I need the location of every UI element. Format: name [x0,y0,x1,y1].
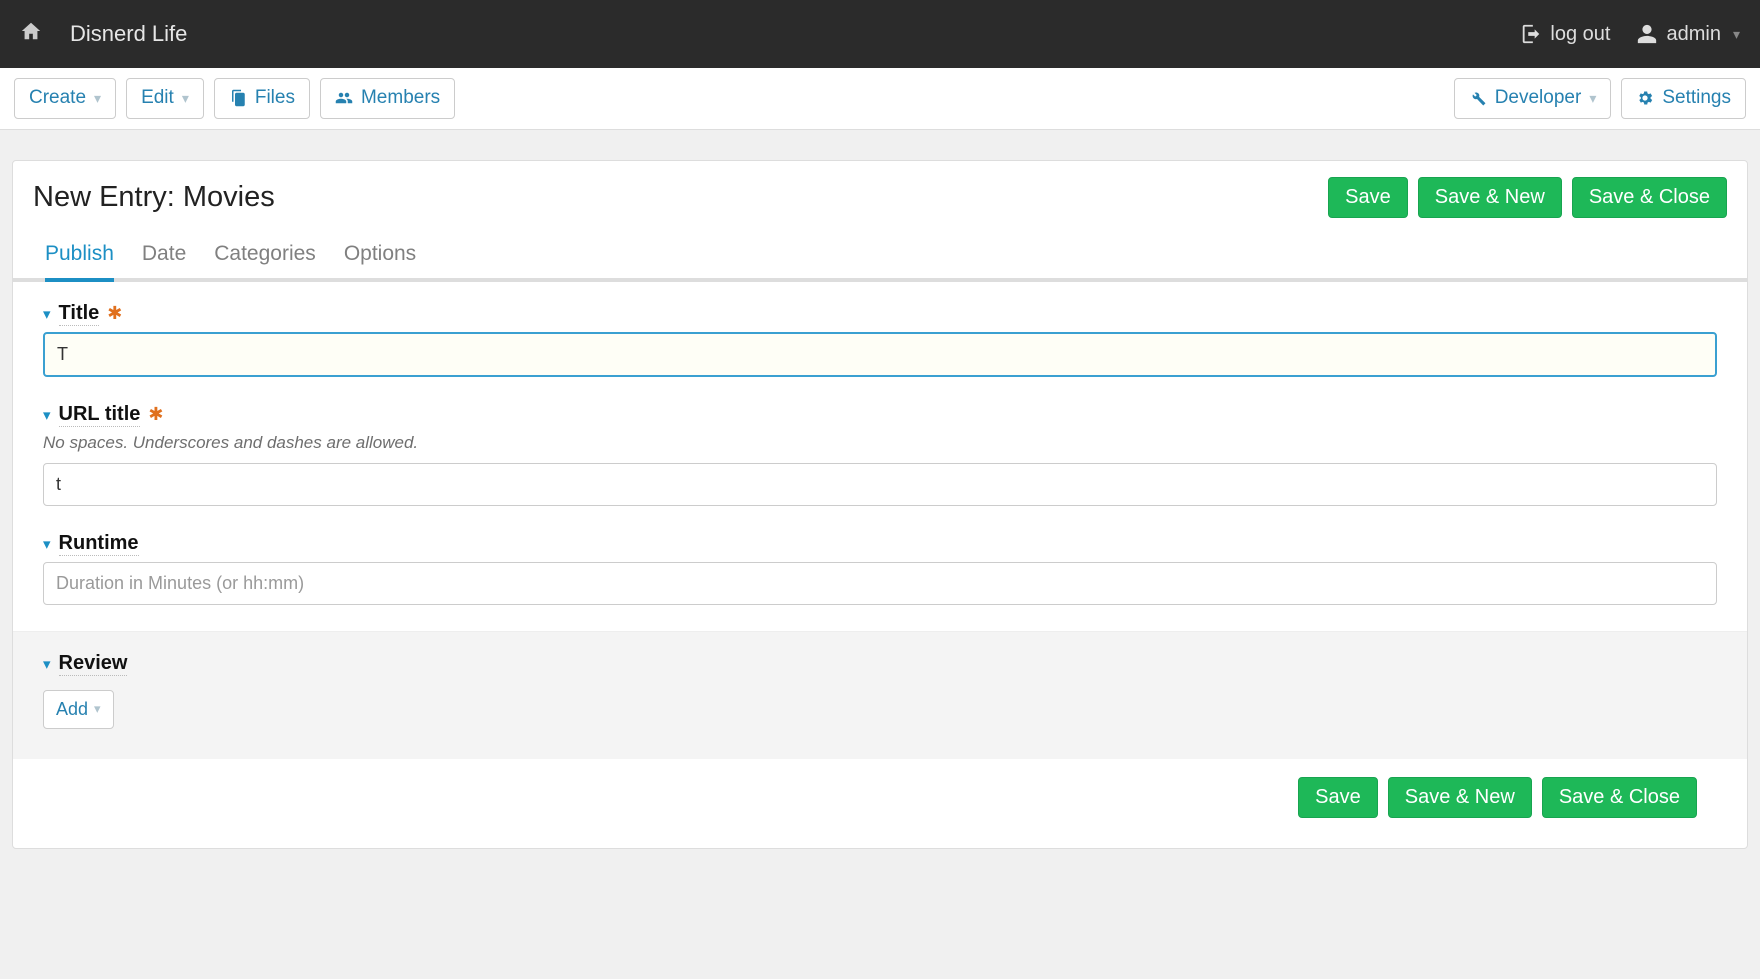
members-button[interactable]: Members [320,78,455,119]
members-label: Members [361,87,440,110]
field-url-title: ▾ URL title ✱ No spaces. Underscores and… [43,403,1717,506]
chevron-down-icon: ▾ [1589,90,1596,107]
chevron-down-icon: ▾ [1733,26,1740,43]
chevron-down-icon: ▾ [94,90,101,107]
user-label: admin [1666,23,1720,46]
field-review-head: ▾ Review [43,652,1717,676]
tab-categories[interactable]: Categories [214,242,316,278]
panel-head: New Entry: Movies Save Save & New Save &… [13,161,1747,218]
field-title: ▾ Title ✱ [43,302,1717,377]
save-close-button[interactable]: Save & Close [1572,177,1727,218]
toolbar-left: Create ▾ Edit ▾ Files Members [14,78,455,119]
site-name[interactable]: Disnerd Life [70,21,187,47]
tab-options[interactable]: Options [344,242,416,278]
files-label: Files [255,87,295,110]
chevron-down-icon[interactable]: ▾ [43,305,51,323]
url-title-label: URL title [59,403,141,427]
page: New Entry: Movies Save Save & New Save &… [0,160,1760,879]
required-icon: ✱ [107,303,122,324]
members-icon [335,89,353,107]
page-title: New Entry: Movies [33,181,275,214]
url-title-input[interactable] [43,463,1717,506]
topbar-left: Disnerd Life [20,20,187,48]
url-title-helper: No spaces. Underscores and dashes are al… [43,433,1717,453]
developer-button[interactable]: Developer ▾ [1454,78,1612,119]
title-label: Title [59,302,100,326]
save-new-button[interactable]: Save & New [1418,177,1562,218]
wrench-icon [1469,89,1487,107]
files-icon [229,89,247,107]
tab-publish[interactable]: Publish [45,242,114,278]
runtime-input[interactable] [43,562,1717,605]
toolbar-right: Developer ▾ Settings [1454,78,1746,119]
runtime-label: Runtime [59,532,139,556]
save-button[interactable]: Save [1328,177,1408,218]
chevron-down-icon[interactable]: ▾ [43,535,51,553]
field-url-title-head: ▾ URL title ✱ [43,403,1717,427]
add-review-button[interactable]: Add ▾ [43,690,114,729]
save-buttons-bottom: Save Save & New Save & Close [43,759,1717,818]
form: ▾ Title ✱ ▾ URL title ✱ No spaces. Under… [13,282,1747,848]
required-icon: ✱ [148,404,163,425]
chevron-down-icon: ▾ [182,90,189,107]
create-label: Create [29,87,86,110]
logout-icon [1520,23,1542,45]
tabs: Publish Date Categories Options [13,218,1747,282]
logout-link[interactable]: log out [1520,23,1610,46]
save-buttons-top: Save Save & New Save & Close [1328,177,1727,218]
save-button[interactable]: Save [1298,777,1378,818]
edit-button[interactable]: Edit ▾ [126,78,204,119]
field-title-head: ▾ Title ✱ [43,302,1717,326]
gear-icon [1636,89,1654,107]
tab-date[interactable]: Date [142,242,186,278]
field-review: ▾ Review Add ▾ [13,631,1747,759]
topbar-right: log out admin ▾ [1520,23,1740,46]
edit-label: Edit [141,87,174,110]
chevron-down-icon[interactable]: ▾ [43,655,51,673]
developer-label: Developer [1495,87,1582,110]
toolbar: Create ▾ Edit ▾ Files Members Developer … [0,68,1760,130]
save-close-button[interactable]: Save & Close [1542,777,1697,818]
create-button[interactable]: Create ▾ [14,78,116,119]
logout-label: log out [1550,23,1610,46]
review-label: Review [59,652,128,676]
user-icon [1636,23,1658,45]
settings-label: Settings [1662,87,1731,110]
home-icon[interactable] [20,20,42,48]
files-button[interactable]: Files [214,78,310,119]
field-runtime-head: ▾ Runtime [43,532,1717,556]
chevron-down-icon[interactable]: ▾ [43,406,51,424]
panel: New Entry: Movies Save Save & New Save &… [12,160,1748,849]
save-new-button[interactable]: Save & New [1388,777,1532,818]
chevron-down-icon: ▾ [94,701,101,717]
title-input[interactable] [43,332,1717,377]
user-menu[interactable]: admin ▾ [1636,23,1740,46]
field-runtime: ▾ Runtime [43,532,1717,605]
topbar: Disnerd Life log out admin ▾ [0,0,1760,68]
settings-button[interactable]: Settings [1621,78,1746,119]
add-label: Add [56,699,88,720]
